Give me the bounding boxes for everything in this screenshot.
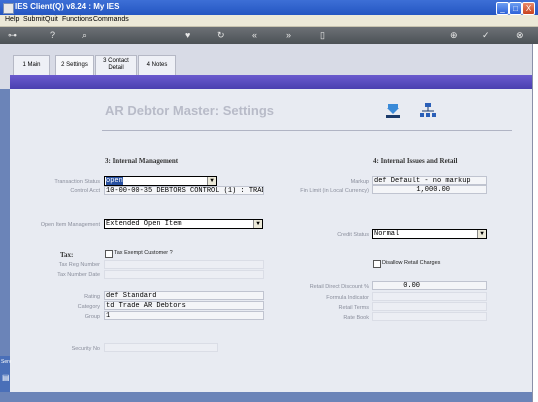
retail-discount-field[interactable]: 0.00	[372, 281, 487, 290]
rate-book-field[interactable]	[372, 312, 487, 321]
download-icon[interactable]	[385, 103, 401, 119]
header-band	[10, 75, 532, 89]
fin-limit-label: Fin Limit (in Local Currency)	[300, 188, 369, 194]
rating-field[interactable]: def Standard	[104, 291, 264, 300]
credit-status-label: Credit Status	[337, 232, 369, 238]
retail-discount-label: Retail Direct Discount %	[309, 284, 369, 290]
fin-limit-field[interactable]: 1,000.00	[372, 185, 487, 194]
rewind-icon[interactable]: «	[252, 30, 257, 41]
menu-quit[interactable]: Quit	[45, 16, 58, 23]
menu-functions[interactable]: Functions	[62, 16, 92, 23]
tax-date-field[interactable]	[104, 270, 264, 279]
rate-book-label: Rate Book	[343, 315, 369, 321]
formula-indicator-label: Formula Indicator	[326, 295, 369, 301]
toolbar: ⊶ ? ⌕ ♥ ↻ « » ▯ ⊕ ✓ ⊗	[0, 27, 538, 44]
document-icon[interactable]: ▯	[320, 30, 325, 41]
disallow-retail-label: Disallow Retail Charges	[382, 260, 441, 266]
check-icon[interactable]: ✓	[482, 30, 490, 41]
group-label: Group	[84, 314, 100, 320]
tab-contact-detail[interactable]: 3 Contact Detail	[95, 55, 137, 75]
help-icon[interactable]: ?	[50, 30, 55, 41]
key-icon[interactable]: ⊶	[8, 30, 17, 41]
window-title: IES Client(Q) v8.24 : My IES	[15, 2, 120, 11]
tab-contact-label: 3 Contact Detail	[103, 58, 129, 71]
group-field[interactable]: 1	[104, 311, 264, 320]
retail-terms-field[interactable]	[372, 302, 487, 311]
side-panel-icon[interactable]: ▤	[2, 373, 10, 382]
markup-field[interactable]: def Default - no markup	[372, 176, 487, 185]
minimize-button[interactable]: _	[496, 2, 509, 15]
add-icon[interactable]: ⊕	[450, 30, 458, 41]
rating-label: Rating	[84, 294, 100, 300]
hierarchy-icon[interactable]	[420, 103, 436, 119]
maximize-button[interactable]: □	[509, 2, 522, 15]
menu-help[interactable]: Help	[5, 16, 19, 23]
markup-label: Markup	[350, 179, 369, 185]
page-title: AR Debtor Master: Settings	[105, 103, 275, 118]
chevron-down-icon[interactable]: ▼	[207, 177, 216, 185]
transaction-status-label: Transaction Status	[54, 179, 100, 185]
tax-reg-label: Tax Reg Number	[58, 262, 100, 268]
section-internal-issues: 4: Internal Issues and Retail	[373, 157, 458, 165]
tab-settings[interactable]: 2 Settings	[55, 55, 94, 75]
tab-main[interactable]: 1 Main	[13, 55, 50, 75]
security-no-label: Security No	[71, 346, 100, 352]
tab-notes-label: 4 Notes	[146, 62, 168, 68]
tax-label: Tax:	[60, 251, 74, 259]
refresh-icon[interactable]: ↻	[217, 30, 225, 41]
app-icon	[3, 3, 14, 14]
tab-settings-label: 2 Settings	[61, 62, 88, 68]
side-panel-label: Serv	[1, 359, 12, 365]
title-bar: IES Client(Q) v8.24 : My IES _ □ X	[0, 0, 538, 15]
control-acct-field[interactable]: 10-00-00-35 DEBTORS CONTROL (1) : TRADE	[104, 186, 264, 195]
heading-divider	[102, 130, 512, 131]
menu-commands[interactable]: Commands	[93, 16, 129, 23]
section-internal-management: 3: Internal Management	[105, 157, 179, 165]
menu-bar: Help Submit Quit Functions Commands	[0, 15, 538, 27]
credit-status-select[interactable]: Normal ▼	[372, 229, 487, 239]
tax-exempt-checkbox[interactable]	[105, 250, 113, 258]
retail-terms-label: Retail Terms	[338, 305, 369, 311]
tab-notes[interactable]: 4 Notes	[138, 55, 176, 75]
cancel-icon[interactable]: ⊗	[516, 30, 524, 41]
credit-status-value: Normal	[374, 230, 400, 238]
chevron-down-icon[interactable]: ▼	[477, 230, 486, 238]
close-button[interactable]: X	[522, 2, 535, 15]
chevron-down-icon[interactable]: ▼	[253, 220, 262, 228]
search-icon[interactable]: ⌕	[82, 30, 87, 41]
open-item-label: Open Item Management	[40, 222, 100, 228]
category-label: Category	[77, 304, 100, 310]
tax-date-label: Tax Number Date	[57, 272, 100, 278]
heart-icon[interactable]: ♥	[185, 30, 190, 41]
menu-submit[interactable]: Submit	[23, 16, 45, 23]
tax-exempt-label: Tax Exempt Customer ?	[114, 250, 173, 256]
security-no-field[interactable]	[104, 343, 218, 352]
control-acct-label: Control Acct	[70, 188, 100, 194]
open-item-select[interactable]: Extended Open Item ▼	[104, 219, 263, 229]
forward-icon[interactable]: »	[286, 30, 291, 41]
category-field[interactable]: td Trade AR Debtors	[104, 301, 264, 310]
transaction-status-select[interactable]: open ▼	[104, 176, 217, 186]
tax-reg-field[interactable]	[104, 260, 264, 269]
vertical-scrollbar[interactable]	[532, 44, 538, 402]
side-panel[interactable]: Serv ▤	[0, 356, 12, 392]
tab-main-label: 1 Main	[22, 62, 41, 68]
disallow-retail-checkbox[interactable]	[373, 260, 381, 268]
transaction-status-value: open	[106, 177, 123, 185]
formula-indicator-field[interactable]	[372, 292, 487, 301]
open-item-value: Extended Open Item	[106, 220, 182, 228]
